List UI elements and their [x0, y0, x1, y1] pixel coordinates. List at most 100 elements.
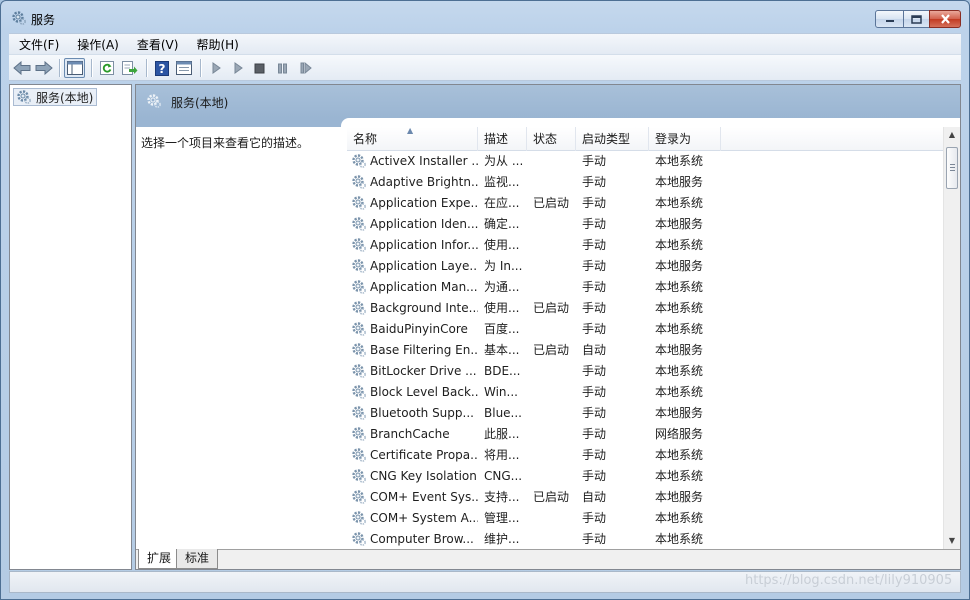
- service-status: 已启动: [533, 196, 570, 210]
- maximize-button[interactable]: [903, 10, 930, 28]
- table-row[interactable]: ActiveX Installer ... 为从 ... 手动 本地系统: [347, 151, 945, 172]
- service-startup-type: 手动: [582, 532, 607, 546]
- table-row[interactable]: Background Inte... 使用... 已启动 手动 本地系统: [347, 298, 945, 319]
- column-header-status[interactable]: 状态: [527, 127, 576, 151]
- service-gear-icon: [351, 216, 367, 232]
- column-header-description[interactable]: 描述: [478, 127, 527, 151]
- start-service-button[interactable]: [205, 58, 226, 78]
- service-startup-type: 手动: [582, 322, 607, 336]
- service-gear-icon: [351, 195, 367, 211]
- service-logon-as: 本地服务: [655, 259, 704, 273]
- refresh-button[interactable]: [96, 58, 117, 78]
- column-header-logon-as[interactable]: 登录为: [649, 127, 721, 151]
- column-header-startup-type[interactable]: 启动类型: [576, 127, 649, 151]
- stop-service-button[interactable]: [249, 58, 270, 78]
- service-name: Block Level Back...: [370, 385, 478, 399]
- scroll-thumb[interactable]: [946, 147, 958, 189]
- table-row[interactable]: Block Level Back... Win... 手动 本地系统: [347, 382, 945, 403]
- service-description: Win...: [484, 385, 518, 399]
- service-name: CNG Key Isolation: [370, 469, 477, 483]
- resume-service-button[interactable]: [295, 58, 316, 78]
- service-gear-icon: [351, 300, 367, 316]
- service-startup-type: 手动: [582, 196, 607, 210]
- forward-button[interactable]: [33, 58, 54, 78]
- scroll-down-arrow-icon[interactable]: ▼: [944, 533, 960, 549]
- tree-item-label: 服务(本地): [36, 90, 94, 105]
- pause-service-button[interactable]: [272, 58, 293, 78]
- start-service-icon: [212, 62, 221, 74]
- table-row[interactable]: BaiduPinyinCore 百度... 手动 本地系统: [347, 319, 945, 340]
- table-row[interactable]: Certificate Propa... 将用... 手动 本地系统: [347, 445, 945, 466]
- start-service-params-icon: [234, 62, 243, 74]
- table-row[interactable]: Application Expe... 在应... 已启动 手动 本地系统: [347, 193, 945, 214]
- table-row[interactable]: Bluetooth Supp... Blue... 手动 本地服务: [347, 403, 945, 424]
- menu-file[interactable]: 文件(F): [9, 36, 67, 53]
- properties-icon: [175, 61, 192, 75]
- minimize-button[interactable]: [875, 10, 904, 28]
- help-button[interactable]: ?: [151, 58, 172, 78]
- export-list-icon: [121, 61, 137, 75]
- show-hide-console-tree-icon: [66, 61, 83, 75]
- service-description: CNG...: [484, 469, 523, 483]
- menu-help[interactable]: 帮助(H): [186, 36, 246, 53]
- service-logon-as: 本地系统: [655, 280, 704, 294]
- show-hide-console-tree-button[interactable]: [64, 58, 85, 78]
- scroll-up-arrow-icon[interactable]: ▲: [944, 127, 960, 143]
- table-row[interactable]: Application Laye... 为 In... 手动 本地服务: [347, 256, 945, 277]
- service-startup-type: 手动: [582, 301, 607, 315]
- service-startup-type: 手动: [582, 364, 607, 378]
- service-startup-type: 手动: [582, 511, 607, 525]
- service-gear-icon: [351, 342, 367, 358]
- service-description: 为 In...: [484, 259, 523, 273]
- table-row[interactable]: COM+ Event Sys... 支持... 已启动 自动 本地服务: [347, 487, 945, 508]
- service-name: BaiduPinyinCore: [370, 322, 468, 336]
- table-row[interactable]: BitLocker Drive ... BDE... 手动 本地系统: [347, 361, 945, 382]
- service-name: Base Filtering En...: [370, 343, 478, 357]
- vertical-scrollbar[interactable]: ▲ ▼: [943, 127, 960, 549]
- table-row[interactable]: Application Iden... 确定... 手动 本地服务: [347, 214, 945, 235]
- service-status: 已启动: [533, 301, 570, 315]
- table-row[interactable]: Base Filtering En... 基本... 已启动 自动 本地服务: [347, 340, 945, 361]
- title-bar[interactable]: 服务: [1, 1, 969, 33]
- table-row[interactable]: Application Man... 为通... 手动 本地系统: [347, 277, 945, 298]
- services-gear-icon: [12, 11, 26, 25]
- tab-extended[interactable]: 扩展: [138, 549, 181, 569]
- table-row[interactable]: BranchCache 此服... 手动 网络服务: [347, 424, 945, 445]
- menu-view[interactable]: 查看(V): [127, 36, 187, 53]
- table-row[interactable]: Computer Brow... 维护... 手动 本地系统: [347, 529, 945, 549]
- window-title: 服务: [31, 13, 56, 27]
- service-description: 百度...: [484, 322, 520, 336]
- service-status: 已启动: [533, 490, 570, 504]
- service-description: 基本...: [484, 343, 520, 357]
- service-startup-type: 自动: [582, 490, 607, 504]
- start-service-params-button[interactable]: [227, 58, 248, 78]
- export-list-button[interactable]: [119, 58, 140, 78]
- service-name: Background Inte...: [370, 301, 478, 315]
- service-logon-as: 本地系统: [655, 511, 704, 525]
- tab-standard[interactable]: 标准: [176, 549, 219, 569]
- table-row[interactable]: Application Infor... 使用... 手动 本地系统: [347, 235, 945, 256]
- description-hint: 选择一个项目来查看它的描述。: [141, 136, 310, 150]
- service-name: Application Infor...: [370, 238, 478, 252]
- service-name: BitLocker Drive ...: [370, 364, 477, 378]
- table-row[interactable]: Adaptive Brightn... 监视... 手动 本地服务: [347, 172, 945, 193]
- table-row[interactable]: CNG Key Isolation CNG... 手动 本地系统: [347, 466, 945, 487]
- service-logon-as: 本地服务: [655, 343, 704, 357]
- back-button[interactable]: [11, 58, 32, 78]
- detail-pane: 服务(本地) 选择一个项目来查看它的描述。 ▲ 名称 描述 状态 启动类型 登录…: [135, 84, 961, 570]
- menu-action[interactable]: 操作(A): [67, 36, 127, 53]
- service-startup-type: 自动: [582, 343, 607, 357]
- service-logon-as: 本地系统: [655, 385, 704, 399]
- service-startup-type: 手动: [582, 385, 607, 399]
- service-name: Application Iden...: [370, 217, 478, 231]
- service-description: Blue...: [484, 406, 522, 420]
- properties-button[interactable]: [173, 58, 194, 78]
- service-logon-as: 本地系统: [655, 196, 704, 210]
- service-gear-icon: [351, 468, 367, 484]
- service-description: 支持...: [484, 490, 520, 504]
- tree-item-services-local[interactable]: 服务(本地): [13, 88, 98, 106]
- column-header-name[interactable]: ▲ 名称: [347, 127, 478, 151]
- refresh-icon: [99, 61, 114, 75]
- table-row[interactable]: COM+ System A... 管理... 手动 本地系统: [347, 508, 945, 529]
- close-button[interactable]: [929, 10, 961, 28]
